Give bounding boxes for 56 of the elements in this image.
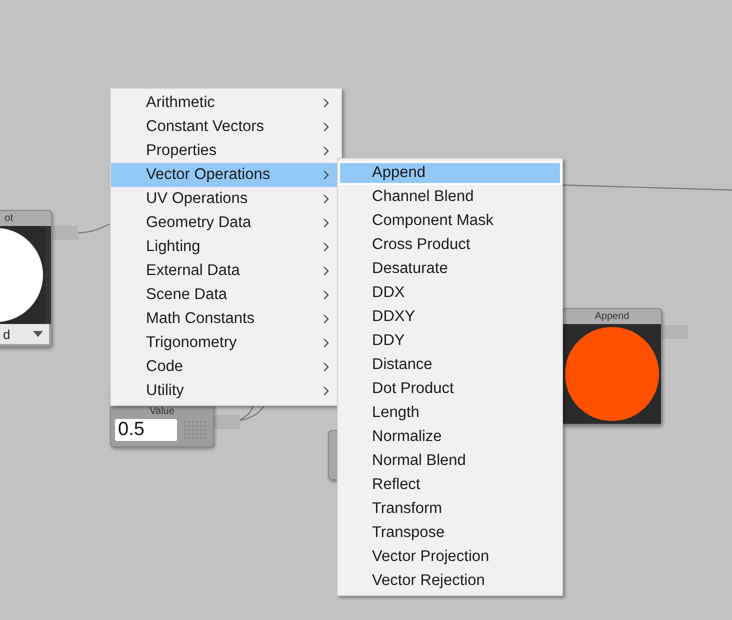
chevron-icon	[323, 170, 329, 180]
chevron-icon	[323, 314, 329, 324]
menu-item[interactable]: Distance	[338, 353, 562, 377]
menu-item[interactable]: Normalize	[338, 425, 562, 449]
menu-item[interactable]: Component Mask	[338, 209, 562, 233]
wire	[78, 223, 110, 234]
node-card[interactable]: Append	[562, 308, 662, 425]
menu-item[interactable]: Append	[338, 161, 562, 185]
menu-item[interactable]: UV Operations	[111, 187, 341, 211]
menu-item[interactable]: Geometry Data	[111, 211, 341, 235]
chevron-icon	[323, 386, 329, 396]
menu-item[interactable]: DDXY	[338, 305, 562, 329]
chevron-icon	[323, 146, 329, 156]
node-card[interactable]	[328, 430, 337, 480]
chevron-icon	[323, 98, 329, 108]
chevron-icon	[323, 362, 329, 372]
chevron-icon	[323, 290, 329, 300]
menu-item[interactable]: Properties	[111, 139, 341, 163]
menu-item[interactable]: Desaturate	[338, 257, 562, 281]
menu-item[interactable]: Trigonometry	[111, 331, 341, 355]
output-port[interactable]	[214, 415, 240, 429]
mode-dropdown[interactable]: d	[0, 324, 49, 344]
menu-item[interactable]: Cross Product	[338, 233, 562, 257]
menu-item[interactable]: DDY	[338, 329, 562, 353]
chevron-icon	[323, 338, 329, 348]
menu-item[interactable]: External Data	[111, 259, 341, 283]
node-card[interactable]: ot d	[0, 210, 52, 347]
preview-sphere-icon	[563, 324, 661, 424]
chevron-icon	[323, 266, 329, 276]
menu-item[interactable]: Lighting	[111, 235, 341, 259]
output-port[interactable]	[662, 325, 688, 339]
menu-item[interactable]: Code	[111, 355, 341, 379]
node-title: Value	[148, 406, 176, 418]
menu-item[interactable]: DDX	[338, 281, 562, 305]
menu-item[interactable]: Vector Projection	[338, 545, 562, 569]
node-title: ot	[0, 211, 51, 226]
menu-item[interactable]: Transpose	[338, 521, 562, 545]
menu-item[interactable]: Scene Data	[111, 283, 341, 307]
menu-item[interactable]: Channel Blend	[338, 185, 562, 209]
menu-item[interactable]: Transform	[338, 497, 562, 521]
chevron-icon	[323, 122, 329, 132]
menu-item[interactable]: Arithmetic	[111, 91, 341, 115]
menu-item[interactable]: Normal Blend	[338, 449, 562, 473]
chevron-icon	[323, 194, 329, 204]
menu-item[interactable]: Length	[338, 401, 562, 425]
chevron-icon	[323, 242, 329, 252]
caret-icon	[33, 331, 43, 337]
chevron-icon	[323, 218, 329, 228]
menu-item[interactable]: Dot Product	[338, 377, 562, 401]
menu-item[interactable]: Reflect	[338, 473, 562, 497]
value-field[interactable]: 0.5	[115, 419, 177, 441]
node-title: Append	[563, 309, 661, 324]
menu-item[interactable]: Math Constants	[111, 307, 341, 331]
output-port[interactable]	[52, 226, 78, 240]
menu-item[interactable]: Vector Rejection	[338, 569, 562, 593]
menu-item[interactable]: Constant Vectors	[111, 115, 341, 139]
